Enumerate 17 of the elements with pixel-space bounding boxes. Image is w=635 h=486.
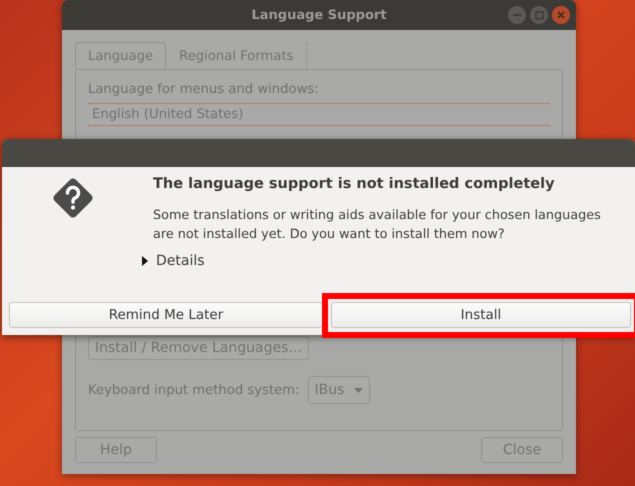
close-icon xyxy=(557,11,565,19)
keyboard-label: Keyboard input method system: xyxy=(88,382,300,398)
install-button[interactable]: Install xyxy=(331,302,631,328)
minimize-icon xyxy=(513,14,521,16)
details-label: Details xyxy=(156,253,205,269)
remind-later-button[interactable]: Remind Me Later xyxy=(9,302,323,328)
maximize-icon xyxy=(534,10,544,20)
minimize-button[interactable] xyxy=(508,6,526,24)
dialog-message: Some translations or writing aids available for your chosen languages are not installed yet. Do you want to install them now? xyxy=(153,207,602,244)
dialog-heading: The language support is not installed completely xyxy=(153,176,556,192)
maximize-button[interactable] xyxy=(530,6,548,24)
caret-icon xyxy=(354,388,364,392)
window-title: Language Support xyxy=(251,8,387,22)
details-expander[interactable]: Details xyxy=(142,253,603,269)
section-label: Language for menus and windows: xyxy=(88,82,320,97)
expander-icon xyxy=(142,256,148,266)
close-button[interactable] xyxy=(552,6,570,24)
